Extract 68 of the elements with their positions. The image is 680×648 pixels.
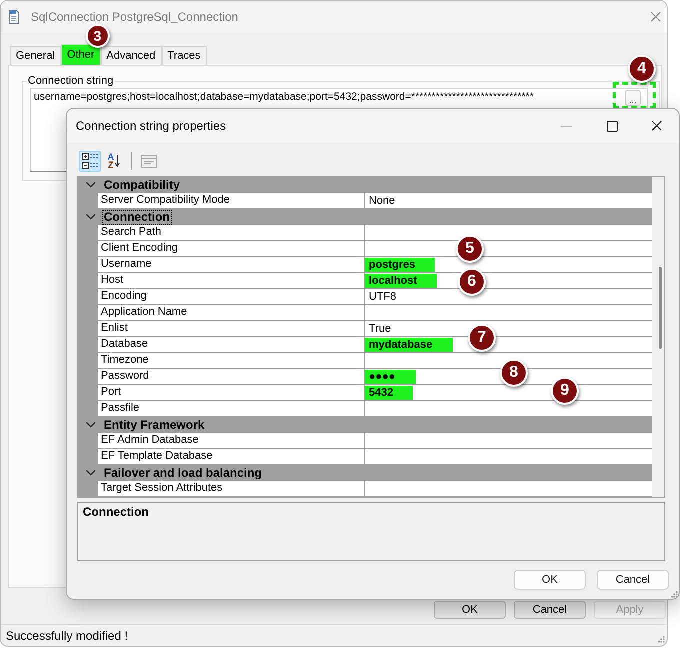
property-name[interactable]: Passfile [98, 401, 365, 417]
resize-grip-icon[interactable] [671, 591, 678, 598]
category-label: Failover and load balancing [103, 466, 264, 480]
grouped-list-icon [82, 153, 98, 169]
dialog-title: Connection string properties [76, 119, 228, 133]
property-value: ●●●● [365, 370, 416, 384]
property-value: True [368, 322, 392, 336]
dialog-button[interactable]: OK [434, 601, 506, 619]
dialog-button[interactable]: OK [514, 570, 586, 590]
property-value: None [368, 194, 396, 208]
description-title: Connection [83, 505, 149, 519]
property-value: mydatabase [365, 338, 453, 352]
property-value: 5432 [365, 386, 414, 400]
property-name[interactable]: Timezone [98, 353, 365, 369]
property-name[interactable]: Server Compatibility Mode [98, 193, 365, 209]
property-value: localhost [365, 274, 438, 288]
chevron-icon[interactable] [86, 422, 96, 428]
scrollbar-thumb[interactable] [659, 267, 662, 349]
value-field[interactable] [365, 481, 652, 497]
value-field[interactable] [365, 433, 652, 449]
dialog-button[interactable]: Cancel [514, 601, 586, 619]
categorized-view-button[interactable] [79, 150, 101, 172]
down-arrow-icon [115, 155, 120, 167]
document-icon [9, 10, 20, 24]
tab[interactable]: Traces [162, 46, 207, 65]
category-label: Entity Framework [103, 418, 206, 432]
property-name[interactable]: Enlist [98, 321, 365, 337]
value-field[interactable] [365, 225, 652, 241]
connection-string-text: username=postgres;host=localhost;database=mydatabase;port=5432;password=****************************** [34, 91, 534, 103]
value-field[interactable] [365, 401, 652, 417]
property-name[interactable]: Host [98, 273, 365, 289]
status-text: Successfully modified ! [6, 628, 128, 642]
callout-marker: 4 [628, 55, 656, 83]
chevron-icon[interactable] [86, 214, 96, 220]
property-name[interactable]: Port [98, 385, 365, 401]
dialog-button[interactable]: Cancel [597, 570, 669, 590]
property-name[interactable]: Application Name [98, 305, 365, 321]
group-label: Connection string [27, 74, 115, 88]
property-name[interactable]: Username [98, 257, 365, 273]
property-name[interactable]: Database [98, 337, 365, 353]
category-label: Compatibility [103, 178, 182, 192]
value-field[interactable]: None [365, 193, 652, 209]
tab[interactable]: General [10, 46, 62, 65]
browse-button[interactable]: ... [625, 90, 641, 106]
chevron-icon[interactable] [86, 470, 96, 476]
property-name[interactable]: Encoding [98, 289, 365, 305]
value-field[interactable]: UTF8 [365, 289, 652, 305]
close-icon[interactable] [652, 121, 662, 131]
property-name[interactable]: Client Encoding [98, 241, 365, 257]
property-name[interactable]: Password [98, 369, 365, 385]
tab[interactable]: Other [61, 44, 101, 65]
window-title: SqlConnection PostgreSql_Connection [31, 10, 240, 24]
value-field[interactable]: postgres [365, 257, 652, 273]
resize-grip-icon[interactable] [658, 636, 665, 643]
property-value: UTF8 [368, 290, 398, 304]
window-icon [141, 154, 157, 168]
property-name[interactable]: EF Template Database [98, 449, 365, 465]
value-field[interactable] [365, 449, 652, 465]
chevron-icon[interactable] [86, 182, 96, 188]
property-value: postgres [365, 258, 436, 272]
property-name[interactable]: EF Admin Database [98, 433, 365, 449]
value-field[interactable] [365, 305, 652, 321]
property-name[interactable]: Search Path [98, 225, 365, 241]
sort-button[interactable]: A Z [103, 150, 125, 172]
tab[interactable]: Advanced [100, 46, 162, 65]
maximize-icon[interactable] [607, 120, 618, 132]
property-name[interactable]: Target Session Attributes [98, 481, 365, 497]
value-field[interactable] [365, 241, 652, 257]
